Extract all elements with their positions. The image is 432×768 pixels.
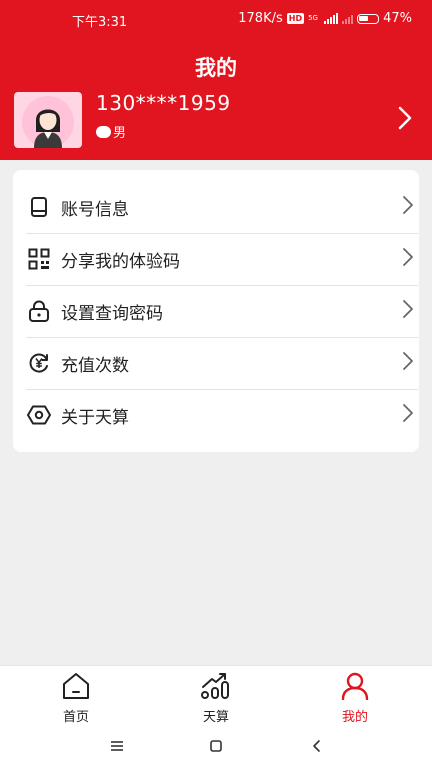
chevron-right-icon — [402, 195, 414, 219]
home-button-icon[interactable] — [209, 738, 223, 757]
tab-home[interactable]: 首页 — [36, 672, 116, 725]
person-icon — [341, 672, 369, 701]
menu-item-label: 关于天算 — [61, 407, 129, 428]
back-icon[interactable] — [310, 738, 324, 757]
status-time: 下午3:31 — [72, 15, 128, 30]
tab-label: 首页 — [62, 710, 89, 725]
home-icon — [63, 673, 89, 699]
chevron-right-icon — [402, 299, 414, 323]
menu-item-label: 设置查询密码 — [61, 303, 163, 324]
menu-item-label: 充值次数 — [61, 355, 129, 376]
yen-refresh-icon — [26, 350, 52, 376]
menu-item-query-password[interactable]: 设置查询密码 — [26, 285, 418, 338]
chevron-right-icon — [402, 351, 414, 375]
menu-item-recharge[interactable]: 充值次数 — [26, 337, 418, 390]
hd-badge: HD — [286, 13, 305, 24]
lock-icon — [26, 298, 52, 324]
menu-item-account-info[interactable]: 账号信息 — [26, 181, 418, 234]
phone-number: 130****1959 — [96, 91, 231, 115]
network-type: 5G — [308, 14, 318, 22]
network-speed: 178K/s — [238, 11, 283, 26]
tab-label: 天算 — [202, 710, 229, 725]
avatar-image — [22, 96, 74, 148]
eye-hexagon-icon — [26, 402, 52, 428]
tab-mine[interactable]: 我的 — [315, 672, 395, 725]
gender-label: 男 — [113, 126, 127, 141]
signal-2-icon — [342, 13, 354, 24]
status-icons: 178K/s HD 5G 47% — [238, 11, 412, 26]
gender-info: 男 — [96, 122, 126, 141]
menu-item-label: 账号信息 — [61, 199, 129, 220]
phone-icon — [26, 194, 52, 220]
menu-item-label: 分享我的体验码 — [61, 251, 180, 272]
signal-icon — [324, 13, 339, 24]
system-nav-bar — [0, 726, 432, 768]
menu-icon[interactable] — [110, 738, 124, 757]
profile-chevron-right-icon[interactable] — [398, 106, 412, 134]
gender-dot-icon — [96, 125, 111, 138]
bottom-tab-bar: 首页 天算 我的 — [0, 665, 432, 726]
chevron-right-icon — [402, 403, 414, 427]
tab-label: 我的 — [341, 710, 368, 725]
menu-card: 账号信息 分享我的体验码 设置查询密码 充值次数 关于天算 — [13, 170, 419, 452]
menu-item-about[interactable]: 关于天算 — [26, 389, 418, 441]
battery-icon — [357, 13, 380, 24]
qr-code-icon — [26, 246, 52, 272]
battery-level: 47% — [383, 11, 412, 26]
avatar[interactable] — [14, 92, 82, 148]
chart-icon — [201, 673, 229, 699]
status-bar: 下午3:31 178K/s HD 5G 47% — [0, 0, 432, 36]
chevron-right-icon — [402, 247, 414, 271]
page-title: 我的 — [195, 56, 237, 80]
menu-item-share-code[interactable]: 分享我的体验码 — [26, 233, 418, 286]
profile-header: 下午3:31 178K/s HD 5G 47% 我的 130****1959 男 — [0, 0, 432, 160]
tab-tiansuan[interactable]: 天算 — [176, 672, 256, 725]
